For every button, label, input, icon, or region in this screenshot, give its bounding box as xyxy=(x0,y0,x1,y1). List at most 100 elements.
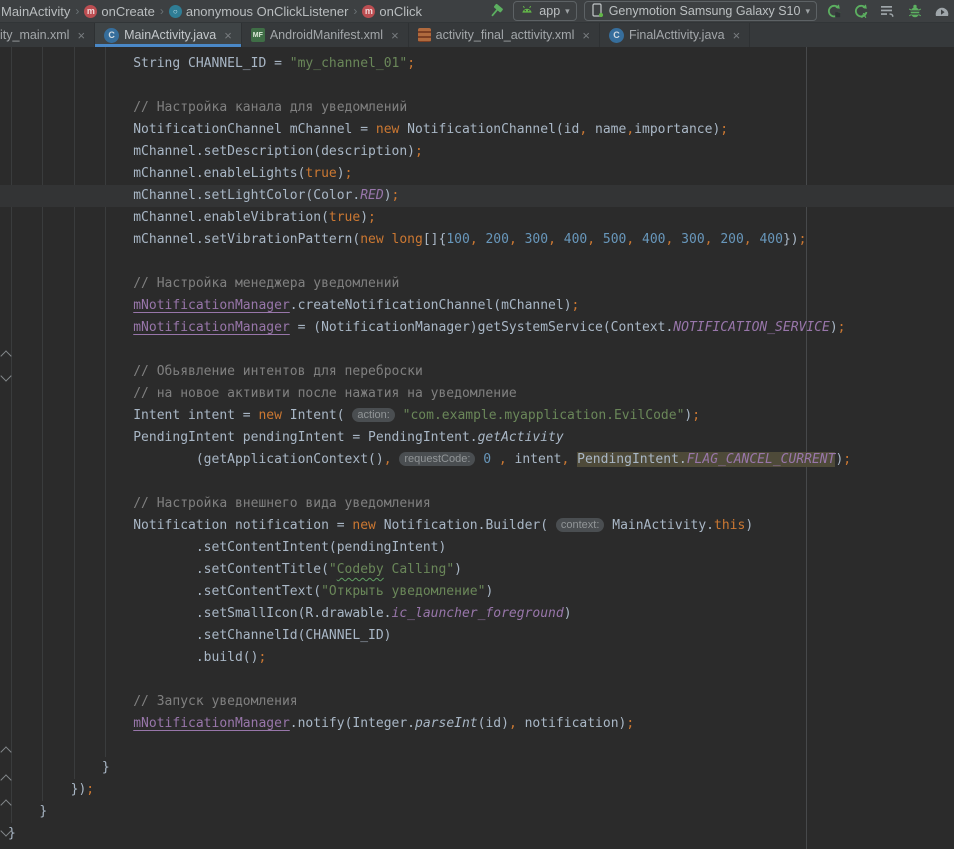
code-token: mNotificationManager xyxy=(133,320,290,335)
code-line[interactable]: .setChannelId(CHANNEL_ID) xyxy=(0,625,954,647)
breadcrumb-item[interactable]: MainActivity xyxy=(1,4,70,19)
attach-debugger-icon[interactable] xyxy=(878,1,898,21)
apply-code-changes-icon[interactable]: A xyxy=(851,1,871,21)
code-line[interactable]: .setContentTitle("Codeby Calling") xyxy=(0,559,954,581)
code-token: ; xyxy=(692,408,700,423)
code-line[interactable]: mChannel.setVibrationPattern(new long[]{… xyxy=(0,229,954,251)
code-token xyxy=(595,232,603,247)
tab-label: MainActivity.java xyxy=(124,28,216,42)
code-token: .notify(Integer. xyxy=(290,716,415,731)
editor-tab-bar: ity_main.xml×CMainActivity.java×MFAndroi… xyxy=(0,23,954,47)
profile-icon[interactable] xyxy=(932,1,952,21)
code-line[interactable]: } xyxy=(0,823,954,845)
code-line[interactable]: // Обьявление интентов для переброски xyxy=(0,361,954,383)
code-token: .setContentText( xyxy=(196,584,321,599)
code-token: ) xyxy=(337,166,345,181)
tab-AndroidManifest.xml[interactable]: MFAndroidManifest.xml× xyxy=(242,23,409,47)
breadcrumb-item[interactable]: monClick xyxy=(362,4,422,19)
code-line[interactable]: Intent intent = new Intent( action: "com… xyxy=(0,405,954,427)
code-token: ; xyxy=(572,298,580,313)
code-token: 200 xyxy=(720,232,743,247)
code-line[interactable]: mNotificationManager.notify(Integer.pars… xyxy=(0,713,954,735)
code-token: .createNotificationChannel(mChannel) xyxy=(290,298,572,313)
code-line[interactable]: mNotificationManager.createNotificationC… xyxy=(0,295,954,317)
code-line[interactable] xyxy=(0,75,954,97)
code-token xyxy=(556,232,564,247)
code-line[interactable]: NotificationChannel mChannel = new Notif… xyxy=(0,119,954,141)
code-line[interactable]: // Настройка канала для уведомлений xyxy=(0,97,954,119)
code-line[interactable]: PendingIntent pendingIntent = PendingInt… xyxy=(0,427,954,449)
build-hammer-icon[interactable] xyxy=(486,1,506,21)
code-token: , xyxy=(509,716,517,731)
code-token: , xyxy=(744,232,752,247)
code-line[interactable] xyxy=(0,471,954,493)
layout-xml2-icon xyxy=(418,28,431,42)
code-line[interactable]: }); xyxy=(0,779,954,801)
code-line[interactable] xyxy=(0,339,954,361)
close-icon[interactable]: × xyxy=(391,29,399,42)
code-token: mChannel.setVibrationPattern( xyxy=(133,232,360,247)
code-line[interactable]: mChannel.enableVibration(true); xyxy=(0,207,954,229)
tab-ity_main.xml[interactable]: ity_main.xml× xyxy=(0,23,95,47)
close-icon[interactable]: × xyxy=(77,29,85,42)
code-line[interactable] xyxy=(0,735,954,757)
code-token: ; xyxy=(407,56,415,71)
code-token: .build() xyxy=(196,650,259,665)
code-line[interactable]: Notification notification = new Notifica… xyxy=(0,515,954,537)
breadcrumb-item[interactable]: ○anonymous OnClickListener xyxy=(169,4,349,19)
close-icon[interactable]: × xyxy=(733,29,741,42)
code-token: 200 xyxy=(485,232,508,247)
code-token: NotificationChannel mChannel = xyxy=(133,122,376,137)
android-app-icon xyxy=(520,3,534,19)
code-line[interactable]: mNotificationManager = (NotificationMana… xyxy=(0,317,954,339)
code-line[interactable]: // на новое активити после нажатия на ув… xyxy=(0,383,954,405)
method-icon: m xyxy=(84,5,97,18)
breadcrumb-item[interactable]: monCreate xyxy=(84,4,154,19)
run-configuration-select[interactable]: app ▾ xyxy=(513,1,576,21)
apply-changes-restart-icon[interactable] xyxy=(824,1,844,21)
code-token xyxy=(673,232,681,247)
device-select[interactable]: Genymotion Samsung Galaxy S10 ▾ xyxy=(584,1,817,21)
java-class-icon: C xyxy=(104,28,119,43)
code-line[interactable]: // Запуск уведомления xyxy=(0,691,954,713)
breadcrumb: MainActivity›monCreate›○anonymous OnClic… xyxy=(0,0,422,22)
code-line[interactable]: .setContentIntent(pendingIntent) xyxy=(0,537,954,559)
code-line[interactable]: // Настройка менеджера уведомлений xyxy=(0,273,954,295)
code-token: mNotificationManager xyxy=(133,298,290,313)
code-line[interactable]: .setSmallIcon(R.drawable.ic_launcher_for… xyxy=(0,603,954,625)
code-token: , xyxy=(470,232,478,247)
code-area[interactable]: String CHANNEL_ID = "my_channel_01"; // … xyxy=(0,47,954,845)
code-line[interactable]: mChannel.setDescription(description); xyxy=(0,141,954,163)
code-line[interactable]: mChannel.enableLights(true); xyxy=(0,163,954,185)
code-line[interactable] xyxy=(0,251,954,273)
code-line[interactable]: mChannel.setLightColor(Color.RED); xyxy=(0,185,954,207)
code-line[interactable]: (getApplicationContext(), requestCode: 0… xyxy=(0,449,954,471)
code-token: true xyxy=(329,210,360,225)
tab-FinalActtivity.java[interactable]: CFinalActtivity.java× xyxy=(600,23,750,47)
main-toolbar: MainActivity›monCreate›○anonymous OnClic… xyxy=(0,0,954,23)
code-token xyxy=(517,232,525,247)
code-token: new xyxy=(376,122,399,137)
code-line[interactable]: String CHANNEL_ID = "my_channel_01"; xyxy=(0,53,954,75)
phone-icon xyxy=(591,3,604,20)
code-line[interactable]: } xyxy=(0,757,954,779)
close-icon[interactable]: × xyxy=(224,29,232,42)
code-token: } xyxy=(39,804,47,819)
code-line[interactable]: .setContentText("Открыть уведомление") xyxy=(0,581,954,603)
code-token: } xyxy=(102,760,110,775)
code-line[interactable]: // Настройка внешнего вида уведомления xyxy=(0,493,954,515)
code-token: PendingIntent pendingIntent = PendingInt… xyxy=(133,430,477,445)
close-icon[interactable]: × xyxy=(582,29,590,42)
code-line[interactable]: .build(); xyxy=(0,647,954,669)
tab-activity_final_acttivity.xml[interactable]: activity_final_acttivity.xml× xyxy=(409,23,600,47)
tab-MainActivity.java[interactable]: C MainActivity.java × xyxy=(95,23,242,47)
code-token: }) xyxy=(783,232,799,247)
code-line[interactable]: } xyxy=(0,801,954,823)
code-editor[interactable]: String CHANNEL_ID = "my_channel_01"; // … xyxy=(0,47,954,849)
code-line[interactable] xyxy=(0,669,954,691)
code-token: ) xyxy=(360,210,368,225)
debug-icon[interactable] xyxy=(905,1,925,21)
code-token: ; xyxy=(799,232,807,247)
code-token: , xyxy=(499,452,507,467)
code-token: ) xyxy=(745,518,753,533)
